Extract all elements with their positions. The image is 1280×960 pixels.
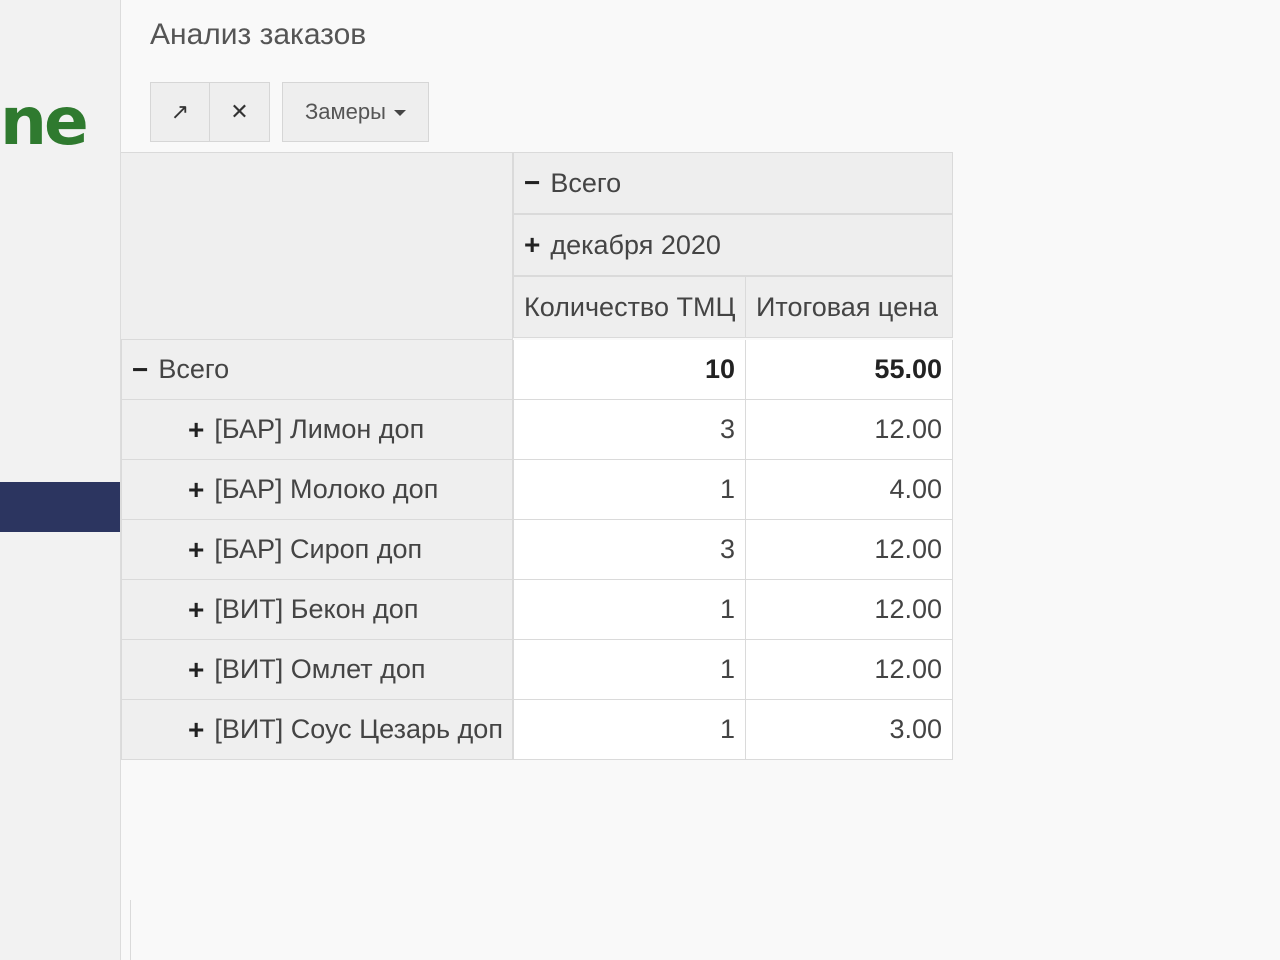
table-row: + [БАР] Молоко доп 1 4.00 — [121, 460, 953, 520]
price-cell: 12.00 — [746, 400, 953, 460]
expand-all-button[interactable]: ↗ — [150, 82, 210, 142]
qty-cell: 3 — [513, 520, 746, 580]
toolbar: ↗ ✕ Замеры — [150, 82, 429, 142]
pivot-corner — [121, 152, 513, 340]
price-cell: 4.00 — [746, 460, 953, 520]
total-qty-cell: 10 — [513, 340, 746, 400]
expand-plus-icon: + — [188, 653, 205, 685]
caret-down-icon — [393, 110, 406, 116]
row-header-total[interactable]: − Всего — [121, 340, 513, 400]
table-row: + [БАР] Сироп доп 3 12.00 — [121, 520, 953, 580]
col-header-total[interactable]: − Всего — [513, 152, 953, 214]
measures-label: Замеры — [305, 99, 386, 124]
col-header-total-label: Всего — [550, 167, 622, 198]
sidebar: ne — [0, 0, 121, 960]
row-header[interactable]: + [БАР] Лимон доп — [121, 400, 513, 460]
row-header-label: [БАР] Лимон доп — [214, 414, 425, 444]
qty-cell: 1 — [513, 580, 746, 640]
qty-cell: 3 — [513, 400, 746, 460]
measures-dropdown-button[interactable]: Замеры — [282, 82, 429, 142]
col-header-date-label: декабря 2020 — [550, 229, 721, 260]
expand-plus-icon: + — [188, 473, 205, 505]
pivot-column-headers: − Всего + декабря 2020 Количество ТМЦ Ит… — [513, 152, 953, 340]
measure-header-price[interactable]: Итоговая цена — [746, 276, 953, 338]
table-row: + [ВИТ] Омлет доп 1 12.00 — [121, 640, 953, 700]
row-header-label: [ВИТ] Омлет доп — [214, 654, 426, 684]
qty-cell: 1 — [513, 700, 746, 760]
row-header-label: [ВИТ] Соус Цезарь доп — [214, 714, 503, 744]
pivot-header: − Всего + декабря 2020 Количество ТМЦ Ит… — [121, 152, 953, 340]
measure-header-row: Количество ТМЦ Итоговая цена — [513, 276, 953, 338]
collapse-minus-icon: − — [524, 167, 541, 198]
row-header[interactable]: + [ВИТ] Бекон доп — [121, 580, 513, 640]
row-header[interactable]: + [ВИТ] Соус Цезарь доп — [121, 700, 513, 760]
row-header[interactable]: + [ВИТ] Омлет доп — [121, 640, 513, 700]
divider — [130, 900, 131, 960]
main-content: Анализ заказов ↗ ✕ Замеры − Всего + дека… — [121, 0, 1280, 960]
qty-cell: 1 — [513, 460, 746, 520]
pivot-total-row: − Всего 10 55.00 — [121, 340, 953, 400]
table-row: + [БАР] Лимон доп 3 12.00 — [121, 400, 953, 460]
brand-logo[interactable]: ne — [0, 82, 89, 162]
expand-plus-icon: + — [188, 713, 205, 745]
table-row: + [ВИТ] Бекон доп 1 12.00 — [121, 580, 953, 640]
expand-plus-icon: + — [188, 533, 205, 565]
expand-arrows-icon: ↗ — [170, 99, 190, 124]
row-header-label: [ВИТ] Бекон доп — [214, 594, 419, 624]
qty-cell: 1 — [513, 640, 746, 700]
price-cell: 3.00 — [746, 700, 953, 760]
row-header-total-label: Всего — [158, 354, 230, 384]
expand-plus-icon: + — [524, 229, 541, 260]
screen: ne Анализ заказов ↗ ✕ Замеры − Всего + д… — [0, 0, 1280, 960]
total-price-cell: 55.00 — [746, 340, 953, 400]
expand-plus-icon: + — [188, 593, 205, 625]
table-row: + [ВИТ] Соус Цезарь доп 1 3.00 — [121, 700, 953, 760]
row-header-label: [БАР] Сироп доп — [214, 534, 423, 564]
price-cell: 12.00 — [746, 580, 953, 640]
pivot-table: − Всего + декабря 2020 Количество ТМЦ Ит… — [121, 152, 953, 760]
row-header-label: [БАР] Молоко доп — [214, 474, 439, 504]
expand-plus-icon: + — [188, 413, 205, 445]
collapse-minus-icon: − — [132, 353, 149, 385]
collapse-arrows-icon: ✕ — [230, 99, 249, 124]
collapse-all-button[interactable]: ✕ — [210, 82, 270, 142]
row-header[interactable]: + [БАР] Сироп доп — [121, 520, 513, 580]
sidebar-active-item[interactable] — [0, 482, 120, 532]
expand-collapse-group: ↗ ✕ — [150, 82, 270, 142]
page-title: Анализ заказов — [150, 18, 367, 51]
row-header[interactable]: + [БАР] Молоко доп — [121, 460, 513, 520]
measure-header-qty[interactable]: Количество ТМЦ — [513, 276, 746, 338]
price-cell: 12.00 — [746, 640, 953, 700]
price-cell: 12.00 — [746, 520, 953, 580]
col-header-date-group[interactable]: + декабря 2020 — [513, 214, 953, 276]
